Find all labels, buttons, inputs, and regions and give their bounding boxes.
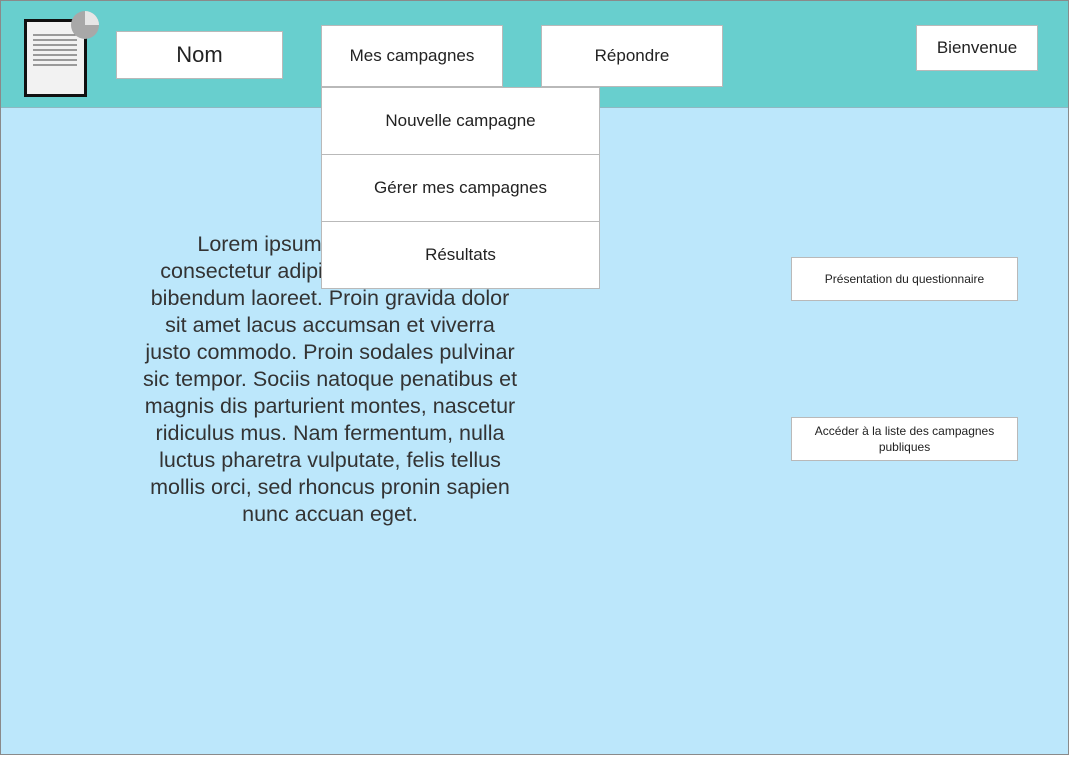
document-chart-icon — [21, 11, 103, 101]
nav-mes-campagnes-button[interactable]: Mes campagnes — [321, 25, 503, 87]
nav-repondre-button[interactable]: Répondre — [541, 25, 723, 87]
menu-item-label: Résultats — [425, 245, 496, 264]
welcome-button[interactable]: Bienvenue — [916, 25, 1038, 71]
welcome-label: Bienvenue — [936, 38, 1018, 57]
access-public-campaigns-button[interactable]: Accéder à la liste des campagnes publiqu… — [791, 417, 1018, 461]
menu-item-resultats[interactable]: Résultats — [322, 222, 599, 288]
access-button-label: Accéder à la liste des campagnes publiqu… — [814, 424, 995, 454]
nav-repondre-label: Répondre — [594, 46, 670, 65]
app-name-box[interactable]: Nom — [116, 31, 283, 79]
app-name-label: Nom — [176, 42, 223, 67]
presentation-questionnaire-button[interactable]: Présentation du questionnaire — [791, 257, 1018, 301]
app-frame: Nom Mes campagnes Répondre Bienvenue Nou… — [0, 0, 1069, 755]
menu-item-nouvelle-campagne[interactable]: Nouvelle campagne — [322, 88, 599, 155]
campaigns-dropdown-menu: Nouvelle campagne Gérer mes campagnes Ré… — [321, 87, 600, 289]
menu-item-label: Nouvelle campagne — [385, 111, 536, 130]
menu-item-label: Gérer mes campagnes — [374, 178, 547, 197]
presentation-button-label: Présentation du questionnaire — [824, 272, 985, 286]
nav-mes-campagnes-label: Mes campagnes — [349, 46, 475, 65]
menu-item-gerer-campagnes[interactable]: Gérer mes campagnes — [322, 155, 599, 222]
